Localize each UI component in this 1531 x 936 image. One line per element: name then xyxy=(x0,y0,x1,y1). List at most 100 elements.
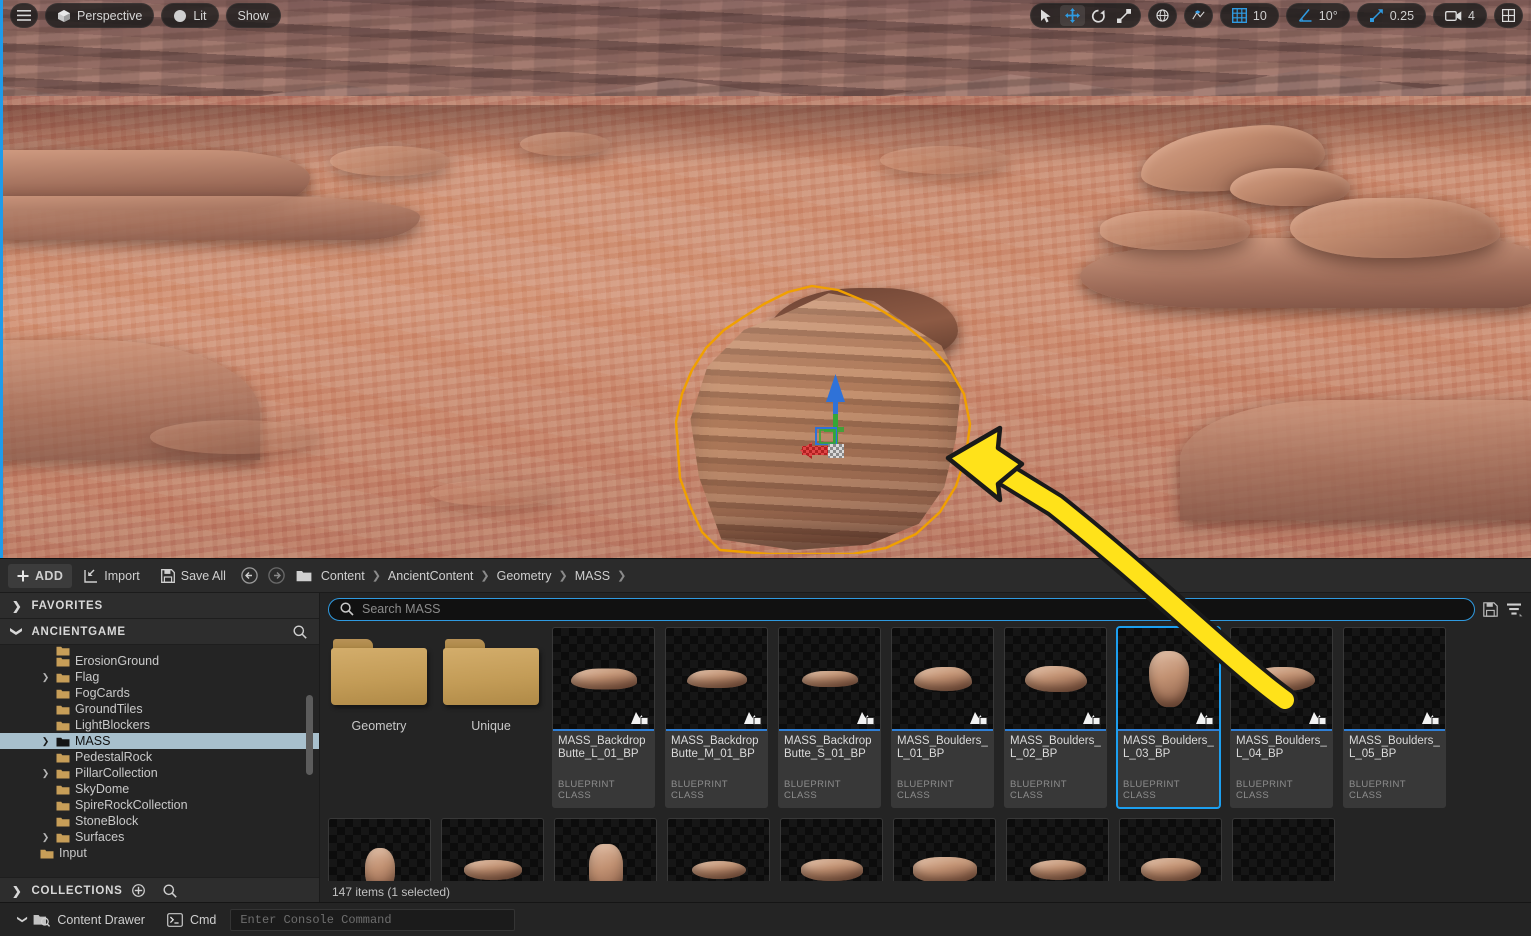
chevron-down-icon: ❯ xyxy=(10,626,23,637)
folder-tile-unique[interactable]: Unique xyxy=(440,627,542,757)
move-tool-button[interactable] xyxy=(1059,5,1085,26)
tree-item-erosionground[interactable]: ErosionGround xyxy=(0,653,319,669)
folder-icon xyxy=(56,785,70,794)
background-boulder xyxy=(150,420,320,454)
breadcrumb-item-content[interactable]: Content xyxy=(321,569,365,583)
add-collection-icon[interactable] xyxy=(131,884,145,897)
thumbnail-mesh xyxy=(691,860,746,879)
angle-snap-button[interactable]: 10° xyxy=(1285,3,1350,28)
breadcrumb-item-ancientcontent[interactable]: AncientContent xyxy=(388,569,473,583)
unreal-editor-window: Perspective Lit Show 10 10° 0.25 4 ADD I… xyxy=(0,0,1531,936)
navigate-back-button[interactable] xyxy=(238,564,262,588)
asset-tile[interactable]: MASS_Boulders_L_01_BP BLUEPRINT CLASS xyxy=(891,627,994,808)
angle-icon xyxy=(1298,9,1312,22)
tree-item-mass[interactable]: ❯ MASS xyxy=(0,733,319,749)
filter-icon[interactable] xyxy=(1506,602,1523,617)
asset-thumbnail xyxy=(781,819,882,881)
asset-tile[interactable] xyxy=(554,818,657,881)
tree-item-fogcards[interactable]: FogCards xyxy=(0,685,319,701)
asset-tile[interactable]: MASS_BackdropButte_L_01_BP BLUEPRINT CLA… xyxy=(552,627,655,808)
asset-tile[interactable] xyxy=(780,818,883,881)
content-drawer-button[interactable]: ❯ Content Drawer xyxy=(10,908,153,932)
search-icon[interactable] xyxy=(293,625,307,639)
chevron-right-icon[interactable]: ❯ xyxy=(40,768,51,779)
grid-snap-button[interactable]: 10 xyxy=(1219,3,1279,28)
scale-tool-button[interactable] xyxy=(1112,5,1137,26)
project-section-header[interactable]: ❯ ANCIENTGAME xyxy=(0,619,319,645)
asset-tile[interactable]: MASS_Boulders_L_04_BP BLUEPRINT CLASS xyxy=(1230,627,1333,808)
search-input[interactable]: Search MASS xyxy=(328,597,1475,621)
search-icon[interactable] xyxy=(163,884,177,898)
asset-thumbnail xyxy=(892,628,993,729)
scale-snap-button[interactable]: 0.25 xyxy=(1356,3,1427,28)
chevron-right-icon[interactable]: ❯ xyxy=(40,736,51,747)
tree-item-skydome[interactable]: SkyDome xyxy=(0,781,319,797)
navigate-forward-button[interactable] xyxy=(265,564,289,588)
tree-item-input[interactable]: Input xyxy=(0,845,319,861)
tree-item-stoneblock[interactable]: StoneBlock xyxy=(0,813,319,829)
asset-tile[interactable] xyxy=(328,818,431,881)
terminal-icon xyxy=(167,912,183,927)
viewport-show-button[interactable]: Show xyxy=(225,3,281,28)
level-viewport[interactable]: Perspective Lit Show 10 10° 0.25 4 xyxy=(0,0,1531,558)
tree-scrollbar[interactable] xyxy=(306,695,313,775)
tree-item-pedestalrock[interactable]: PedestalRock xyxy=(0,749,319,765)
asset-grid: Geometry Unique MASS_BackdropButte_L_01_… xyxy=(328,625,1531,881)
folder-icon xyxy=(56,705,70,714)
save-all-button[interactable]: Save All xyxy=(152,564,235,588)
thumbnail-mesh xyxy=(1029,859,1086,880)
folder-tile-geometry[interactable]: Geometry xyxy=(328,627,430,757)
asset-tile[interactable] xyxy=(667,818,770,881)
collections-section-header[interactable]: ❯ COLLECTIONS xyxy=(0,877,319,903)
asset-tile[interactable]: MASS_Boulders_L_05_BP BLUEPRINT CLASS xyxy=(1343,627,1446,808)
camera-speed-button[interactable]: 4 xyxy=(1433,3,1487,28)
folder-icon xyxy=(56,689,70,698)
tree-item-flag[interactable]: ❯ Flag xyxy=(0,669,319,685)
asset-tile[interactable]: MASS_BackdropButte_S_01_BP BLUEPRINT CLA… xyxy=(778,627,881,808)
asset-tile[interactable] xyxy=(1232,818,1335,881)
import-button[interactable]: Import xyxy=(75,564,148,588)
asset-tile[interactable]: MASS_BackdropButte_M_01_BP BLUEPRINT CLA… xyxy=(665,627,768,808)
tree-item-pillarcollection[interactable]: ❯ PillarCollection xyxy=(0,765,319,781)
tree-item-lightblockers[interactable]: LightBlockers xyxy=(0,717,319,733)
asset-name: MASS_BackdropButte_M_01_BP xyxy=(671,735,759,760)
add-button[interactable]: ADD xyxy=(8,563,73,588)
asset-tile[interactable] xyxy=(1119,818,1222,881)
chevron-right-icon: ❯ xyxy=(558,570,568,582)
favorites-section-header[interactable]: ❯ FAVORITES xyxy=(0,593,319,619)
viewport-viewmode-button[interactable]: Lit xyxy=(161,3,219,28)
tree-item-spirerockcollection[interactable]: SpireRockCollection xyxy=(0,797,319,813)
transform-gizmo[interactable] xyxy=(800,372,892,468)
viewport-layout-button[interactable] xyxy=(1494,3,1523,28)
cmd-button[interactable]: Cmd xyxy=(159,908,224,932)
chevron-right-icon[interactable]: ❯ xyxy=(40,672,51,683)
asset-type-label: BLUEPRINT CLASS xyxy=(1010,779,1067,801)
asset-tile[interactable] xyxy=(1006,818,1109,881)
surface-snap-button[interactable] xyxy=(1183,3,1213,28)
folder-tree[interactable]: ErosionGround ❯ Flag FogCards GroundTile… xyxy=(0,645,319,877)
viewport-menu-button[interactable] xyxy=(10,3,38,28)
asset-thumbnail xyxy=(1007,819,1108,881)
select-tool-button[interactable] xyxy=(1034,5,1059,26)
console-command-input[interactable]: Enter Console Command xyxy=(230,908,516,931)
coordinate-system-button[interactable] xyxy=(1147,3,1177,28)
save-search-icon[interactable] xyxy=(1483,601,1498,617)
asset-tile[interactable]: MASS_Boulders_L_02_BP BLUEPRINT CLASS xyxy=(1004,627,1107,808)
asset-grid-scroll[interactable]: Geometry Unique MASS_BackdropButte_L_01_… xyxy=(320,625,1531,881)
path-folder-icon-button[interactable] xyxy=(292,564,316,588)
tree-item-surfaces[interactable]: ❯ Surfaces xyxy=(0,829,319,845)
breadcrumb-item-mass[interactable]: MASS xyxy=(575,569,610,583)
asset-tile-selected[interactable]: MASS_Boulders_L_03_BP BLUEPRINT CLASS xyxy=(1117,627,1220,808)
viewport-perspective-button[interactable]: Perspective xyxy=(45,3,155,28)
folder-tile-label: Unique xyxy=(471,719,511,733)
asset-tile[interactable] xyxy=(441,818,544,881)
breadcrumb-item-geometry[interactable]: Geometry xyxy=(497,569,552,583)
chevron-right-icon[interactable]: ❯ xyxy=(40,832,51,843)
asset-name: MASS_Boulders_L_05_BP xyxy=(1349,735,1440,760)
folder-icon xyxy=(56,646,70,655)
asset-type-label: BLUEPRINT CLASS xyxy=(1123,779,1180,801)
asset-tile[interactable] xyxy=(893,818,996,881)
rotate-tool-button[interactable] xyxy=(1086,5,1111,26)
tree-item-groundtiles[interactable]: GroundTiles xyxy=(0,701,319,717)
transform-tool-group xyxy=(1029,3,1141,28)
